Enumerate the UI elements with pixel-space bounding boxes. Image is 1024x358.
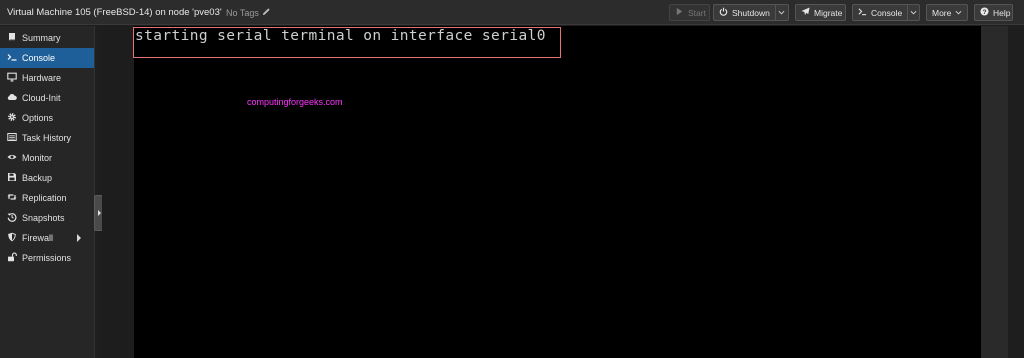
sidebar-item-label: Options — [22, 113, 54, 123]
sidebar-item-replication[interactable]: Replication — [0, 188, 94, 208]
paper-plane-icon — [801, 7, 810, 18]
question-circle-icon: ? — [980, 7, 989, 18]
sidebar-item-label: Summary — [22, 33, 61, 43]
vm-header: Virtual Machine 105 (FreeBSD-14) on node… — [0, 0, 1024, 25]
sidebar-item-hardware[interactable]: Hardware — [0, 68, 94, 88]
shutdown-button-label: Shutdown — [732, 7, 770, 18]
sidebar-item-label: Snapshots — [22, 213, 65, 223]
sidebar-item-backup[interactable]: Backup — [0, 168, 94, 188]
sidebar-item-console[interactable]: Console — [0, 48, 94, 68]
retweet-icon — [7, 192, 17, 204]
sidebar-item-label: Backup — [22, 173, 53, 183]
book-icon — [7, 32, 17, 44]
scrollbar-track[interactable] — [1008, 26, 1024, 358]
sidebar-item-cloud-init[interactable]: Cloud-Init — [0, 88, 94, 108]
migrate-button[interactable]: Migrate — [795, 4, 846, 21]
chevron-down-icon — [955, 8, 962, 18]
watermark-text: computingforgeeks.com — [247, 97, 343, 107]
list-icon — [7, 132, 17, 144]
chevron-down-icon — [778, 8, 785, 18]
svg-text:?: ? — [983, 9, 987, 16]
serial-terminal[interactable] — [134, 26, 981, 358]
shield-icon — [7, 232, 17, 244]
sidebar-item-options[interactable]: Options — [0, 108, 94, 128]
no-tags-label: No Tags — [226, 7, 259, 18]
sidebar-item-label: Console — [22, 53, 56, 63]
unlock-icon — [7, 252, 17, 264]
sidebar-item-snapshots[interactable]: Snapshots — [0, 208, 94, 228]
shutdown-menu-caret[interactable] — [774, 5, 788, 20]
start-button[interactable]: Start — [669, 4, 710, 21]
chevron-right-icon — [98, 210, 101, 216]
play-icon — [675, 7, 684, 18]
help-button-label: Help — [993, 7, 1011, 18]
more-button[interactable]: More — [926, 4, 968, 21]
floppy-icon — [7, 172, 17, 184]
gear-icon — [7, 112, 17, 124]
console-right-gutter — [981, 26, 1008, 358]
power-icon — [719, 7, 728, 18]
sidebar-item-label: Task History — [22, 133, 72, 143]
start-button-label: Start — [688, 7, 706, 18]
sidebar-item-permissions[interactable]: Permissions — [0, 248, 94, 268]
terminal-icon — [858, 7, 867, 18]
sidebar-item-summary[interactable]: Summary — [0, 28, 94, 48]
sidebar-item-label: Monitor — [22, 153, 53, 163]
sidebar-item-label: Permissions — [22, 253, 72, 263]
migrate-button-label: Migrate — [814, 7, 843, 18]
vm-sidebar: Summary Console Hardware Cloud-Init Opti… — [0, 26, 95, 358]
console-button-label: Console — [871, 7, 903, 18]
highlight-annotation-box — [133, 27, 561, 58]
cloud-icon — [7, 92, 17, 104]
sidebar-item-task-history[interactable]: Task History — [0, 128, 94, 148]
sidebar-splitter[interactable] — [95, 26, 102, 358]
expand-arrow-icon[interactable] — [77, 234, 81, 242]
console-menu-caret[interactable] — [907, 5, 919, 20]
eye-icon — [7, 152, 17, 164]
sidebar-item-monitor[interactable]: Monitor — [0, 148, 94, 168]
history-icon — [7, 212, 17, 224]
monitor-icon — [7, 72, 17, 84]
more-button-label: More — [932, 7, 952, 18]
sidebar-item-label: Hardware — [22, 73, 62, 83]
vm-title: Virtual Machine 105 (FreeBSD-14) on node… — [7, 7, 222, 18]
sidebar-item-label: Cloud-Init — [22, 93, 61, 103]
sidebar-item-label: Firewall — [22, 233, 54, 243]
terminal-icon — [7, 52, 17, 64]
help-button[interactable]: ? Help — [974, 4, 1013, 21]
console-button[interactable]: Console — [852, 4, 920, 21]
chevron-down-icon — [910, 8, 917, 18]
sidebar-item-firewall[interactable]: Firewall — [0, 228, 94, 248]
tags-area[interactable]: No Tags — [226, 7, 271, 18]
shutdown-button[interactable]: Shutdown — [713, 4, 789, 21]
pencil-icon[interactable] — [262, 7, 271, 18]
sidebar-item-label: Replication — [22, 193, 67, 203]
